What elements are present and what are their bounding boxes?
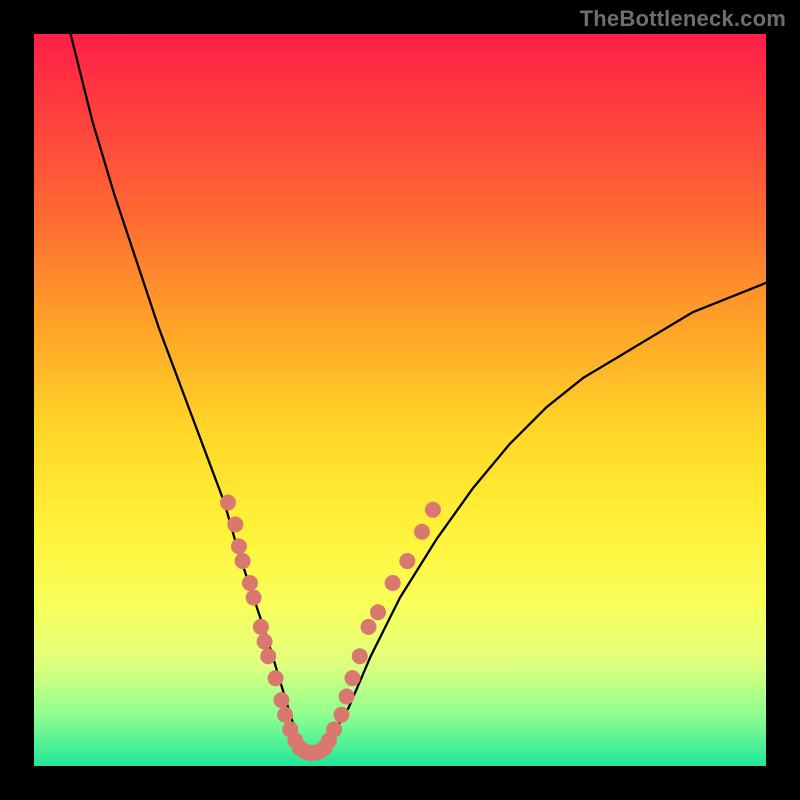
data-dot [246,590,262,606]
data-dot [231,538,247,554]
data-dot [257,634,273,650]
watermark-text: TheBottleneck.com [580,6,786,32]
data-dot [425,502,441,518]
data-dot [268,670,284,686]
data-dot [227,516,243,532]
data-dot [385,575,401,591]
data-dot [273,692,289,708]
data-dot [361,619,377,635]
chart-frame: TheBottleneck.com [0,0,800,800]
data-dot [253,619,269,635]
data-dot [235,553,251,569]
data-dot [414,524,430,540]
data-dot [333,707,349,723]
data-dot [339,688,355,704]
data-dot [352,648,368,664]
plot-area [34,34,766,766]
data-dot [242,575,258,591]
data-dot [277,707,293,723]
data-dot [260,648,276,664]
data-dot [399,553,415,569]
data-dot [220,494,236,510]
data-dot [370,604,386,620]
chart-svg [34,34,766,766]
bottleneck-curve [71,34,766,755]
data-dot [344,670,360,686]
data-dot [326,721,342,737]
